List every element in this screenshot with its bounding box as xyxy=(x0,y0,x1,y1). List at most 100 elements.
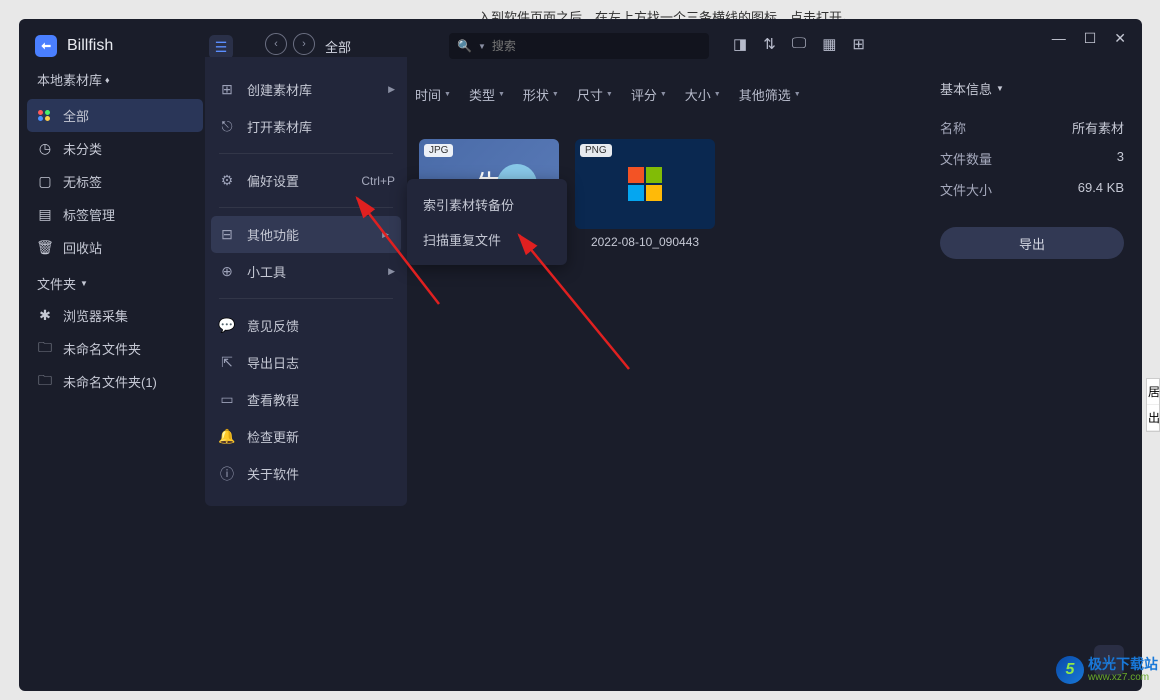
thumbnail-preview: PNG xyxy=(575,139,715,229)
menu-label: 打开素材库 xyxy=(247,117,312,136)
chevron-down-icon: ▼ xyxy=(498,91,505,98)
chevron-right-icon: ▶ xyxy=(382,229,389,240)
search-input[interactable] xyxy=(492,39,701,53)
app-logo: Billfish xyxy=(35,35,113,57)
sidebar-item-tags[interactable]: ▤ 标签管理 xyxy=(27,198,203,231)
app-window: — ☐ ✕ Billfish ☰ ‹ › 全部 🔍 ▼ ◨ ⇅ 🖵 ▦ ⊞ xyxy=(19,19,1142,691)
search-box[interactable]: 🔍 ▼ xyxy=(449,33,709,59)
library-selector[interactable]: 本地素材库 ♦ xyxy=(37,70,110,89)
filter-other[interactable]: 其他筛选▼ xyxy=(739,85,801,104)
info-value: 3 xyxy=(1117,149,1124,168)
filter-rating[interactable]: 评分▼ xyxy=(631,85,667,104)
clock-icon: ◷ xyxy=(37,141,53,157)
sidebar-item-label: 浏览器采集 xyxy=(63,306,128,325)
menu-feedback[interactable]: 💬 意见反馈 xyxy=(205,307,407,344)
folder-icon: 🗀 xyxy=(37,374,53,390)
info-value: 69.4 KB xyxy=(1078,180,1124,199)
filter-shape[interactable]: 形状▼ xyxy=(523,85,559,104)
export-button[interactable]: 导出 xyxy=(940,227,1124,259)
gear-icon: ⚙ xyxy=(219,173,235,189)
minimize-button[interactable]: — xyxy=(1052,30,1066,46)
sidebar-folder-unnamed[interactable]: 🗀 未命名文件夹 xyxy=(27,332,203,365)
bell-icon: 🔔 xyxy=(219,429,235,445)
windows-logo-icon xyxy=(628,167,662,201)
sidebar-item-untagged[interactable]: ▢ 无标签 xyxy=(27,165,203,198)
menu-open-library[interactable]: ⎋ 打开素材库 xyxy=(205,108,407,145)
nav-forward-button[interactable]: › xyxy=(293,33,315,55)
file-type-badge: PNG xyxy=(580,144,612,157)
search-dropdown-icon[interactable]: ▼ xyxy=(478,42,486,51)
menu-shortcut: Ctrl+P xyxy=(361,174,395,188)
sidebar-item-uncategorized[interactable]: ◷ 未分类 xyxy=(27,132,203,165)
menu-tools[interactable]: ⊕ 小工具 ▶ xyxy=(205,253,407,290)
info-row-size: 文件大小 69.4 KB xyxy=(940,174,1124,205)
main-menu-dropdown: ⊞ 创建素材库 ▶ ⎋ 打开素材库 ⚙ 偏好设置 Ctrl+P ⊟ 其他功能 ▶… xyxy=(205,57,407,506)
watermark-url: www.xz7.com xyxy=(1088,672,1158,683)
sort-icon[interactable]: ⇅ xyxy=(763,35,776,53)
updown-icon: ♦ xyxy=(105,75,110,85)
sidebar-item-label: 未命名文件夹(1) xyxy=(63,372,157,391)
menu-about[interactable]: ⓘ 关于软件 xyxy=(205,455,407,492)
export-icon: ⇱ xyxy=(219,355,235,371)
sidebar-folder-browser[interactable]: ✱ 浏览器采集 xyxy=(27,299,203,332)
menu-export-log[interactable]: ⇱ 导出日志 xyxy=(205,344,407,381)
chevron-down-icon: ▼ xyxy=(80,279,88,288)
other-features-submenu: 索引素材转备份 扫描重复文件 xyxy=(407,179,567,265)
filter-type[interactable]: 类型▼ xyxy=(469,85,505,104)
nav-back-button[interactable]: ‹ xyxy=(265,33,287,55)
close-button[interactable]: ✕ xyxy=(1114,30,1126,47)
menu-other-features[interactable]: ⊟ 其他功能 ▶ xyxy=(211,216,401,253)
filter-label: 类型 xyxy=(469,85,495,104)
info-key: 文件数量 xyxy=(940,149,992,168)
submenu-scan-duplicates[interactable]: 扫描重复文件 xyxy=(407,222,567,257)
menu-check-update[interactable]: 🔔 检查更新 xyxy=(205,418,407,455)
info-row-count: 文件数量 3 xyxy=(940,143,1124,174)
menu-label: 小工具 xyxy=(247,262,286,281)
menu-preferences[interactable]: ⚙ 偏好设置 Ctrl+P xyxy=(205,162,407,199)
bookmark-icon: ▢ xyxy=(37,174,53,190)
sidebar-item-label: 无标签 xyxy=(63,172,102,191)
sidebar-item-trash[interactable]: 🗑 回收站 xyxy=(27,231,203,264)
menu-label: 查看教程 xyxy=(247,390,299,409)
sidebar-folder-unnamed-1[interactable]: 🗀 未命名文件夹(1) xyxy=(27,365,203,398)
folder-icon: 🗀 xyxy=(37,341,53,357)
maximize-button[interactable]: ☐ xyxy=(1084,30,1097,47)
chevron-down-icon: ▼ xyxy=(794,91,801,98)
menu-label: 关于软件 xyxy=(247,464,299,483)
info-panel: 基本信息 ▼ 名称 所有素材 文件数量 3 文件大小 69.4 KB 导出 xyxy=(922,65,1142,273)
menu-label: 创建素材库 xyxy=(247,80,312,99)
filter-bar: 时间▼ 类型▼ 形状▼ 尺寸▼ 评分▼ 大小▼ 其他筛选▼ xyxy=(415,85,801,104)
display-icon[interactable]: 🖵 xyxy=(792,35,806,53)
filter-label: 大小 xyxy=(685,85,711,104)
filter-filesize[interactable]: 大小▼ xyxy=(685,85,721,104)
thumbnail-label: 2022-08-10_090443 xyxy=(575,235,715,249)
info-icon: ⓘ xyxy=(219,466,235,482)
trash-icon: 🗑 xyxy=(37,240,53,256)
filter-time[interactable]: 时间▼ xyxy=(415,85,451,104)
folder-section-header[interactable]: 文件夹 ▼ xyxy=(27,264,203,299)
filter-size[interactable]: 尺寸▼ xyxy=(577,85,613,104)
menu-tutorial[interactable]: ▭ 查看教程 xyxy=(205,381,407,418)
filter-label: 形状 xyxy=(523,85,549,104)
panel-toggle-icon[interactable]: ◨ xyxy=(733,35,747,53)
watermark-logo-icon: 5 xyxy=(1056,656,1084,684)
filter-label: 评分 xyxy=(631,85,657,104)
nav-history: ‹ › xyxy=(265,33,315,55)
info-key: 名称 xyxy=(940,118,966,137)
window-controls: — ☐ ✕ xyxy=(1052,19,1142,57)
sidebar: 全部 ◷ 未分类 ▢ 无标签 ▤ 标签管理 🗑 回收站 文件夹 ▼ xyxy=(27,99,203,398)
menu-separator xyxy=(219,207,393,208)
grid-view-icon[interactable]: ▦ xyxy=(822,35,836,53)
menu-create-library[interactable]: ⊞ 创建素材库 ▶ xyxy=(205,71,407,108)
hamburger-menu-button[interactable]: ☰ xyxy=(209,35,233,59)
grid-icon: ⊟ xyxy=(219,227,235,243)
menu-label: 其他功能 xyxy=(247,225,299,244)
thumbnail-card[interactable]: PNG 2022-08-10_090443 xyxy=(575,139,715,249)
sidebar-item-label: 全部 xyxy=(63,106,89,125)
submenu-index-backup[interactable]: 索引素材转备份 xyxy=(407,187,567,222)
app-name: Billfish xyxy=(67,37,113,55)
sidebar-item-all[interactable]: 全部 xyxy=(27,99,203,132)
list-view-icon[interactable]: ⊞ xyxy=(852,35,865,53)
info-header[interactable]: 基本信息 ▼ xyxy=(940,79,1124,98)
chevron-right-icon: ▶ xyxy=(388,266,395,277)
